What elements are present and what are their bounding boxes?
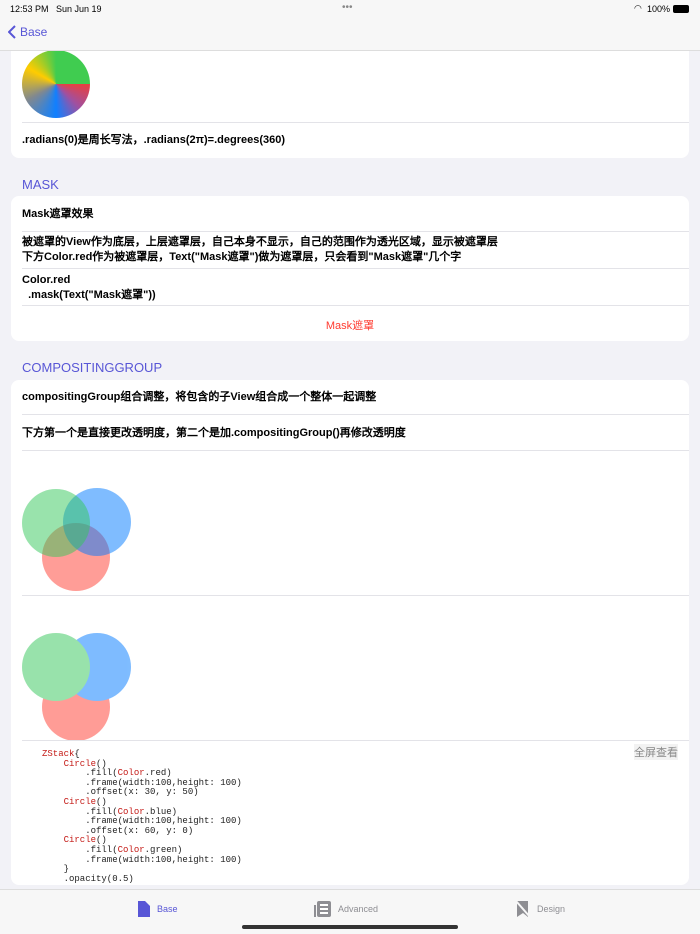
document-icon — [138, 901, 150, 917]
code-token: .fill( — [42, 806, 118, 817]
green-circle — [22, 633, 90, 701]
status-date: Sun Jun 19 — [56, 4, 102, 14]
code-token: .frame(width:100,height: 100) — [42, 777, 242, 788]
fullscreen-button[interactable]: 全屏查看 — [634, 744, 678, 760]
code-line: .opacity(0.5) — [42, 873, 242, 885]
section-header-compositinggroup: COMPOSITINGGROUP — [22, 360, 163, 375]
code-text: ZStack{ Circle() .fill(Color.red) .frame… — [42, 749, 242, 885]
chevron-left-icon — [8, 25, 16, 39]
home-indicator — [242, 925, 458, 929]
battery-percent: 100% — [647, 4, 671, 14]
mask-card: Mask遮罩效果 被遮罩的View作为底层，上层遮罩层，自己本身不显示，自己的范… — [11, 196, 689, 341]
code-token: ZStack — [42, 749, 75, 759]
code-token: } — [42, 864, 70, 875]
code-token: Circle — [63, 835, 97, 846]
section-header-mask: MASK — [22, 177, 59, 192]
code-token: Color — [117, 844, 145, 855]
code-token: .frame(width:100,height: 100) — [42, 854, 242, 865]
compositinggroup-card: compositingGroup组合调整，将包含的子View组合成一个整体一起调… — [11, 380, 689, 885]
status-time: 12:53 PM — [10, 4, 49, 14]
code-token: .fill( — [42, 768, 118, 779]
angular-gradient-circle — [22, 51, 90, 118]
mask-desc-2: 下方Color.red作为被遮罩层，Text("Mask遮罩")做为遮罩层，只会… — [22, 251, 462, 263]
code-token: Circle — [63, 796, 97, 807]
tab-label: Design — [537, 904, 566, 914]
code-token: Color — [117, 806, 145, 817]
tab-label: Advanced — [338, 904, 379, 914]
code-line: .frame(width:100,height: 100) — [42, 854, 242, 866]
multitask-dots-icon[interactable]: ••• — [342, 2, 353, 13]
bookmark-slash-icon — [515, 900, 531, 918]
tab-advanced[interactable]: Advanced — [314, 900, 378, 918]
code-token: () — [96, 835, 107, 846]
code-token: Circle — [63, 758, 97, 769]
code-token: .fill( — [42, 844, 118, 855]
mask-title: Mask遮罩效果 — [22, 208, 94, 220]
mask-desc-1: 被遮罩的View作为底层，上层遮罩层，自己本身不显示，自己的范围作为透光区域，显… — [22, 236, 498, 248]
code-token: .red) — [144, 768, 172, 779]
mask-code-2: .mask(Text("Mask遮罩")) — [22, 289, 156, 301]
code-token: () — [96, 758, 107, 769]
code-token: .blue) — [144, 806, 178, 817]
navigation-bar: Base — [0, 18, 700, 51]
radians-caption: .radians(0)是周长写法，.radians(2π)=.degrees(3… — [22, 134, 286, 146]
back-button[interactable]: Base — [8, 25, 47, 39]
code-token: .green) — [144, 844, 183, 855]
wifi-icon: ◠ — [634, 3, 642, 13]
code-token: .offset(x: 60, y: 0) — [42, 825, 194, 836]
opacity-circles-compositing — [11, 380, 211, 780]
tab-design[interactable]: Design — [515, 900, 565, 918]
mask-code-1: Color.red — [22, 274, 71, 286]
code-token: Color — [117, 768, 145, 779]
code-block: ZStack{ Circle() .fill(Color.red) .frame… — [22, 741, 689, 885]
mask-result-text: Mask遮罩 — [325, 320, 375, 332]
newspaper-icon — [314, 901, 331, 917]
battery-icon — [673, 5, 689, 13]
back-label: Base — [20, 25, 48, 39]
status-bar: 12:53 PM Sun Jun 19 ••• ◠ 100% — [0, 0, 700, 18]
angular-gradient-card: .radians(0)是周长写法，.radians(2π)=.degrees(3… — [11, 51, 689, 158]
code-token: .frame(width:100,height: 100) — [42, 816, 242, 827]
code-token: { — [74, 749, 80, 759]
code-token: .opacity(0.5) — [42, 873, 134, 884]
tab-label: Base — [157, 904, 178, 914]
code-token: () — [96, 796, 107, 807]
tab-base[interactable]: Base — [137, 900, 178, 918]
code-token: .offset(x: 30, y: 50) — [42, 787, 199, 798]
